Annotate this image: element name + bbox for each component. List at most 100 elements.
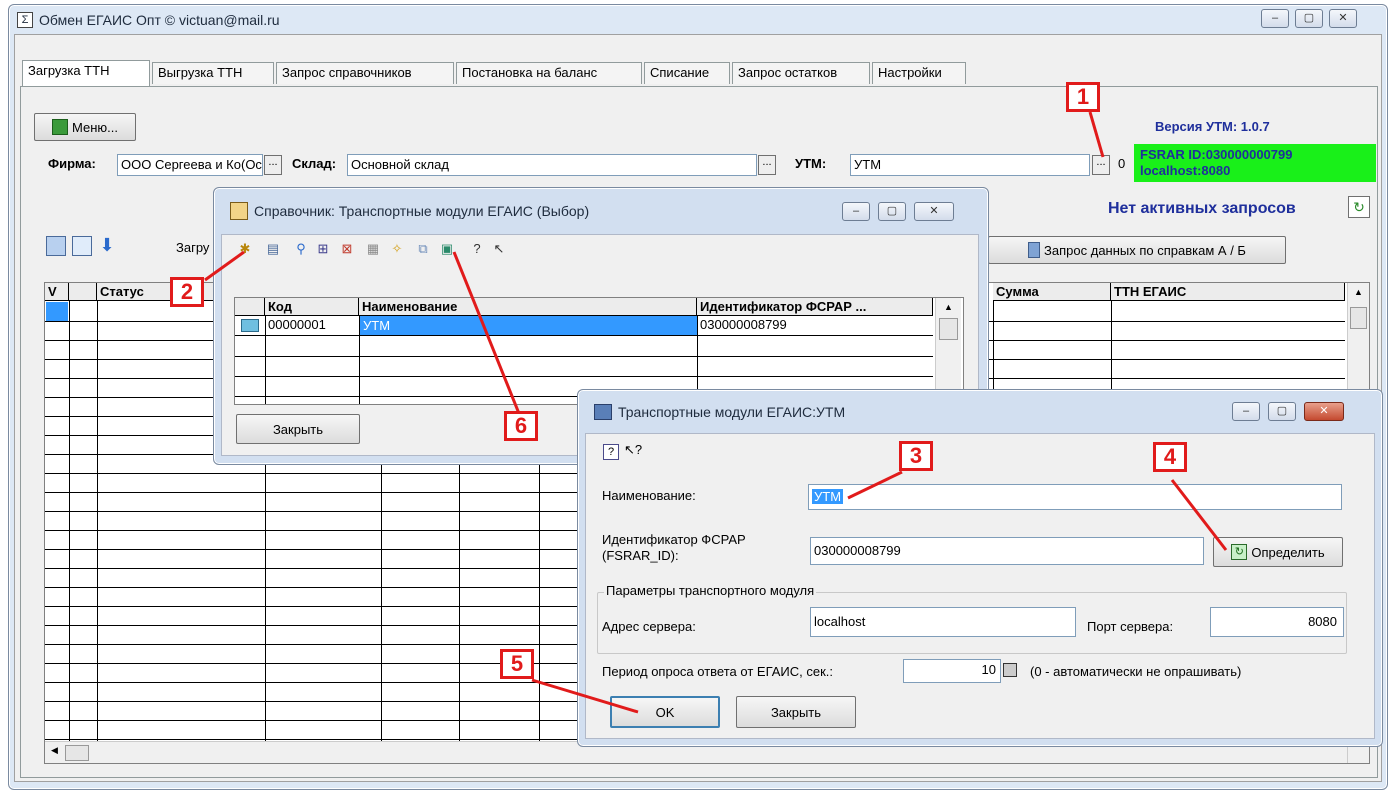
marker-1: 1 [1066, 82, 1100, 112]
dir-row-1[interactable]: 00000001 УТМ 030000008799 [235, 316, 933, 336]
folder-icon [241, 319, 259, 332]
duplicate-icon[interactable]: ⧉ [414, 240, 432, 258]
utm-close-button[interactable]: ✕ [1304, 402, 1344, 421]
grid-selected-cell[interactable] [46, 302, 68, 321]
find-icon[interactable]: ⚲ [292, 240, 310, 258]
hscroll-thumb[interactable] [65, 745, 89, 761]
help-icon[interactable]: ? [468, 240, 486, 258]
magic-icon[interactable]: ✧ [388, 240, 406, 258]
delete-icon[interactable]: ⊠ [338, 240, 356, 258]
col-v[interactable]: V [45, 283, 69, 301]
maximize-button[interactable]: ▢ [1295, 9, 1323, 28]
tab-1[interactable]: Выгрузка ТТН [152, 62, 274, 84]
minimize-button[interactable]: – [1261, 9, 1289, 28]
dir-grid-row-line [235, 356, 933, 357]
refresh-icon[interactable]: ↻ [1348, 196, 1370, 218]
export-icon[interactable]: ▣ [438, 240, 456, 258]
request-ab-button[interactable]: Запрос данных по справкам А / Б [988, 236, 1286, 264]
detect-label: Определить [1251, 544, 1325, 560]
firm-select-button[interactable]: ... [264, 155, 282, 175]
server-field[interactable]: localhost [810, 607, 1076, 637]
directory-toolbar: ✱ ▤ ⚲ ⊞ ⊠ ▦ ✧ ⧉ ▣? ↖ [236, 240, 616, 262]
port-field[interactable]: 8080 [1210, 607, 1344, 637]
dir-minimize-button[interactable]: – [842, 202, 870, 221]
whats-this-icon[interactable]: ↖? [624, 440, 644, 460]
dir-close-label: Закрыть [272, 421, 324, 437]
calculator-icon[interactable] [1003, 663, 1017, 677]
fsrar-field[interactable]: 030000008799 [810, 537, 1204, 565]
params-group-label: Параметры транспортного модуля [604, 583, 817, 598]
marker-5: 5 [500, 649, 534, 679]
dir-scroll-thumb[interactable] [939, 318, 958, 340]
toolbar-check-icon[interactable] [46, 236, 66, 256]
dir-close-action-button[interactable]: Закрыть [236, 414, 360, 444]
tab-4[interactable]: Списание [644, 62, 730, 84]
menu-button[interactable]: Меню... [34, 113, 136, 141]
dir-scroll-up-icon[interactable]: ▲ [936, 298, 961, 316]
add-row-icon[interactable]: ⊞ [314, 240, 332, 258]
tab-5[interactable]: Запрос остатков [732, 62, 870, 84]
col-ttn[interactable]: ТТН ЕГАИС [1111, 283, 1345, 301]
toolbar-copy-icon[interactable] [72, 236, 92, 256]
utm-minimize-button[interactable]: – [1232, 402, 1260, 421]
fsrar-label-1: Идентификатор ФСРАР [602, 532, 746, 547]
scroll-left-icon[interactable]: ◀ [51, 745, 58, 756]
tab-3[interactable]: Постановка на баланс [456, 62, 642, 84]
utm-label: УТМ: [795, 156, 827, 171]
tab-0[interactable]: Загрузка ТТН [22, 60, 150, 86]
period-label: Период опроса ответа от ЕГАИС, сек.: [602, 664, 834, 679]
help-icon[interactable]: ? [603, 444, 619, 460]
fsrar-status: FSRAR ID:030000000799 localhost:8080 [1134, 144, 1376, 182]
menu-icon [52, 119, 68, 135]
dir-maximize-button[interactable]: ▢ [878, 202, 906, 221]
tab-6[interactable]: Настройки [872, 62, 966, 84]
name-field[interactable]: УТМ [808, 484, 1342, 510]
server-label: Адрес сервера: [602, 619, 696, 634]
col-empty[interactable] [69, 283, 97, 301]
name-value: УТМ [812, 489, 844, 504]
grid-col-line [69, 301, 70, 741]
toolbar-down-arrow-icon[interactable]: ⬇ [96, 234, 118, 256]
marker-4: 4 [1153, 442, 1187, 472]
app-icon: Σ [17, 12, 33, 28]
utm-select-button[interactable]: ... [1092, 155, 1110, 175]
no-requests-label: Нет активных запросов [1108, 200, 1296, 217]
new-item-icon[interactable]: ✱ [236, 240, 254, 258]
marker-2: 2 [170, 277, 204, 307]
load-button-label[interactable]: Загру [176, 240, 209, 255]
dir-row-fsrar: 030000008799 [700, 317, 787, 332]
fsrar-host-text: localhost:8080 [1140, 163, 1231, 178]
detect-refresh-icon: ↻ [1231, 544, 1248, 560]
whats-this-icon[interactable]: ↖ [490, 240, 508, 258]
utm-field[interactable]: УТМ [850, 154, 1090, 176]
ok-button[interactable]: OK [610, 696, 720, 728]
directory-title: Справочник: Транспортные модули ЕГАИС (В… [254, 203, 590, 219]
col-sum[interactable]: Сумма [993, 283, 1111, 301]
dir-col-rowhead [235, 298, 265, 316]
dir-grid-row-line [235, 376, 933, 377]
dir-row-code: 00000001 [268, 317, 326, 332]
ok-label: OK [655, 704, 675, 720]
scroll-up-icon[interactable]: ▲ [1348, 283, 1369, 301]
scroll-thumb[interactable] [1350, 307, 1367, 329]
utm-title-bar: Транспортные модули ЕГАИС:УТМ [578, 390, 1382, 434]
warehouse-label: Склад: [292, 156, 337, 171]
dir-col-fsrar[interactable]: Идентификатор ФСРАР ... [697, 298, 933, 316]
dir-col-code[interactable]: Код [265, 298, 359, 316]
firm-field[interactable]: ООО Сергеева и Ко(Основной уче [117, 154, 263, 176]
utm-close-action-button[interactable]: Закрыть [736, 696, 856, 728]
warehouse-field[interactable]: Основной склад [347, 154, 757, 176]
edit-icon[interactable]: ▤ [264, 240, 282, 258]
period-field[interactable]: 10 [903, 659, 1001, 683]
tab-2[interactable]: Запрос справочников [276, 62, 454, 84]
main-title: Обмен ЕГАИС Опт © victuan@mail.ru [39, 12, 280, 28]
fsrar-label-2: (FSRAR_ID): [602, 548, 679, 563]
detect-button[interactable]: ↻ Определить [1213, 537, 1343, 567]
dir-close-button[interactable]: ✕ [914, 202, 954, 221]
menu-label: Меню... [72, 119, 118, 135]
dir-col-name[interactable]: Наименование [359, 298, 697, 316]
warehouse-select-button[interactable]: ... [758, 155, 776, 175]
copy-rows-icon[interactable]: ▦ [364, 240, 382, 258]
utm-maximize-button[interactable]: ▢ [1268, 402, 1296, 421]
close-button[interactable]: ✕ [1329, 9, 1357, 28]
